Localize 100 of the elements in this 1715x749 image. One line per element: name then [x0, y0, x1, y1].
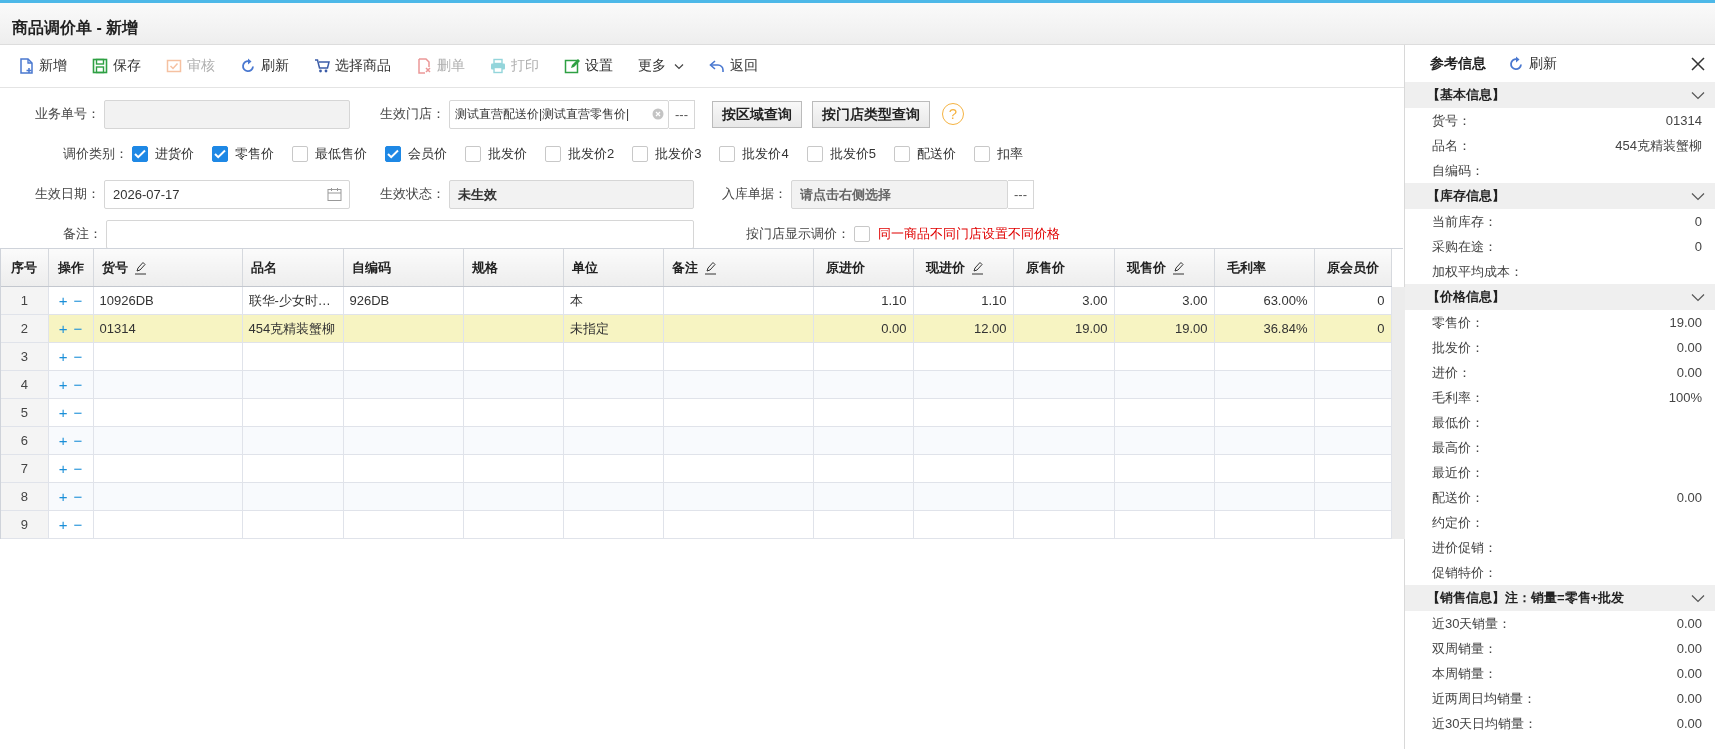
remove-row-button[interactable]: −	[73, 348, 83, 365]
column-header[interactable]: 毛利率	[1226, 259, 1266, 275]
field-label: 备注：	[62, 225, 103, 243]
checkbox-label[interactable]: 批发价3	[655, 145, 702, 163]
toolbar-button[interactable]: 更多	[634, 54, 688, 78]
column-header[interactable]: 品名	[250, 259, 277, 275]
checkbox-label[interactable]: 进货价	[155, 145, 194, 163]
save-icon	[92, 58, 108, 74]
remove-row-button[interactable]: −	[73, 376, 83, 393]
add-row-button[interactable]: +	[58, 460, 68, 477]
section-header[interactable]: 【价格信息】	[1405, 284, 1715, 310]
info-label: 自编码：	[1432, 161, 1484, 180]
remark-field[interactable]	[106, 219, 694, 249]
add-row-button[interactable]: +	[58, 348, 68, 365]
checkbox[interactable]	[132, 146, 148, 162]
info-label: 最近价：	[1432, 463, 1484, 482]
toolbar-button[interactable]: 刷新	[236, 54, 293, 78]
checkbox[interactable]	[719, 146, 736, 162]
table-row[interactable]: 7 + −	[1, 454, 1391, 483]
query-button[interactable]: 按门店类型查询	[812, 100, 930, 128]
table-cell: 01314	[99, 321, 136, 336]
table-row[interactable]: 3 + −	[1, 342, 1391, 371]
remove-row-button[interactable]: −	[73, 460, 83, 477]
checkbox[interactable]	[292, 146, 308, 162]
table-row[interactable]: 1 + − 10926DB 联华-少女时… 926DB 本 1.10 1.10 3.00 3.00 63.00% 0	[1, 286, 1391, 315]
column-header[interactable]: 自编码	[351, 259, 391, 275]
store-field[interactable]: 测试直营配送价|测试直营零售价|	[449, 99, 669, 129]
column-header[interactable]: 备注	[671, 258, 717, 277]
section-header[interactable]: 【库存信息】	[1405, 183, 1715, 209]
add-row-button[interactable]: +	[58, 516, 68, 533]
table-row[interactable]: 6 + −	[1, 426, 1391, 455]
table-row[interactable]: 9 + −	[1, 510, 1391, 539]
checkbox[interactable]	[632, 146, 649, 162]
section-header[interactable]: 【基本信息】	[1405, 82, 1715, 108]
picker-button[interactable]: ---	[669, 99, 695, 129]
add-row-button[interactable]: +	[58, 404, 68, 421]
info-label: 促销特价：	[1432, 563, 1497, 582]
column-header-label: 现进价	[925, 258, 965, 277]
section-header[interactable]: 【销售信息】注：销量=零售+批发	[1405, 585, 1715, 611]
toolbar-button[interactable]: 保存	[88, 54, 145, 78]
refresh-icon	[240, 58, 256, 74]
info-value: 454克精装蟹柳	[1615, 136, 1702, 155]
toolbar-button[interactable]: 设置	[560, 54, 617, 78]
table-cell: 454克精装蟹柳	[248, 320, 336, 336]
date-field[interactable]: 2026-07-17	[104, 179, 350, 209]
info-label: 进价：	[1432, 363, 1471, 382]
row-number: 7	[20, 461, 28, 476]
column-header[interactable]: 原售价	[1025, 259, 1065, 275]
info-value: 19.00	[1669, 315, 1702, 330]
checkbox-label[interactable]: 批发价2	[568, 145, 615, 163]
row-number: 1	[20, 293, 28, 308]
remove-row-button[interactable]: −	[73, 292, 83, 309]
checkbox-label[interactable]: 零售价	[235, 145, 274, 163]
checkbox-label[interactable]: 批发价5	[829, 145, 876, 163]
checkbox[interactable]	[465, 146, 481, 162]
close-icon[interactable]	[1691, 56, 1705, 71]
column-header-label: 现售价	[1126, 258, 1166, 277]
toolbar-button[interactable]: 新增	[14, 54, 71, 78]
remove-row-button[interactable]: −	[73, 516, 83, 533]
column-header[interactable]: 单位	[571, 259, 598, 275]
inbound-document-field[interactable]: 请点击右侧选择	[791, 179, 1008, 209]
checkbox[interactable]	[806, 146, 823, 162]
info-label: 毛利率：	[1432, 388, 1484, 407]
info-label: 品名：	[1432, 136, 1471, 155]
refresh-icon	[1508, 55, 1524, 72]
field-label: 生效状态：	[379, 185, 446, 203]
checkbox-label[interactable]: 批发价	[488, 145, 527, 163]
column-header-label: 备注	[671, 258, 698, 277]
checkbox-label[interactable]: 扣率	[996, 145, 1023, 163]
toolbar-button[interactable]: 选择商品	[310, 54, 395, 78]
column-header-label: 货号	[101, 258, 128, 277]
column-header[interactable]: 规格	[471, 259, 498, 275]
remove-row-button[interactable]: −	[73, 404, 83, 421]
toolbar-button[interactable]: 返回	[705, 54, 762, 78]
column-header[interactable]: 原进价	[825, 259, 865, 275]
remove-row-button[interactable]: −	[73, 432, 83, 449]
checkbox[interactable]	[545, 146, 561, 162]
delete-document-icon	[416, 58, 432, 74]
checkbox[interactable]	[212, 146, 228, 162]
table-row[interactable]: 4 + −	[1, 370, 1391, 399]
checkbox[interactable]	[973, 146, 990, 162]
checkbox-label[interactable]: 最低售价	[315, 145, 367, 163]
picker-button[interactable]: ---	[1008, 179, 1034, 209]
add-row-button[interactable]: +	[58, 292, 68, 309]
row-number: 9	[20, 517, 28, 532]
checkbox-label[interactable]: 批发价4	[742, 145, 789, 163]
info-value: 0.00	[1676, 666, 1702, 681]
table-cell: 未指定	[569, 320, 609, 336]
refresh-button[interactable]: 刷新	[1508, 54, 1557, 73]
checkbox-label[interactable]: 配送价	[916, 145, 956, 163]
remove-row-button[interactable]: −	[73, 488, 83, 505]
checkbox-label[interactable]: 会员价	[408, 145, 447, 163]
query-button[interactable]: 按区域查询	[712, 100, 802, 128]
info-label: 最高价：	[1432, 438, 1484, 457]
checkbox[interactable]	[385, 146, 401, 162]
table-row[interactable]: 5 + −	[1, 398, 1391, 427]
column-header[interactable]: 货号	[101, 258, 147, 277]
table-row[interactable]: 8 + −	[1, 482, 1391, 511]
checkbox[interactable]	[854, 226, 870, 242]
checkbox[interactable]	[893, 146, 910, 162]
